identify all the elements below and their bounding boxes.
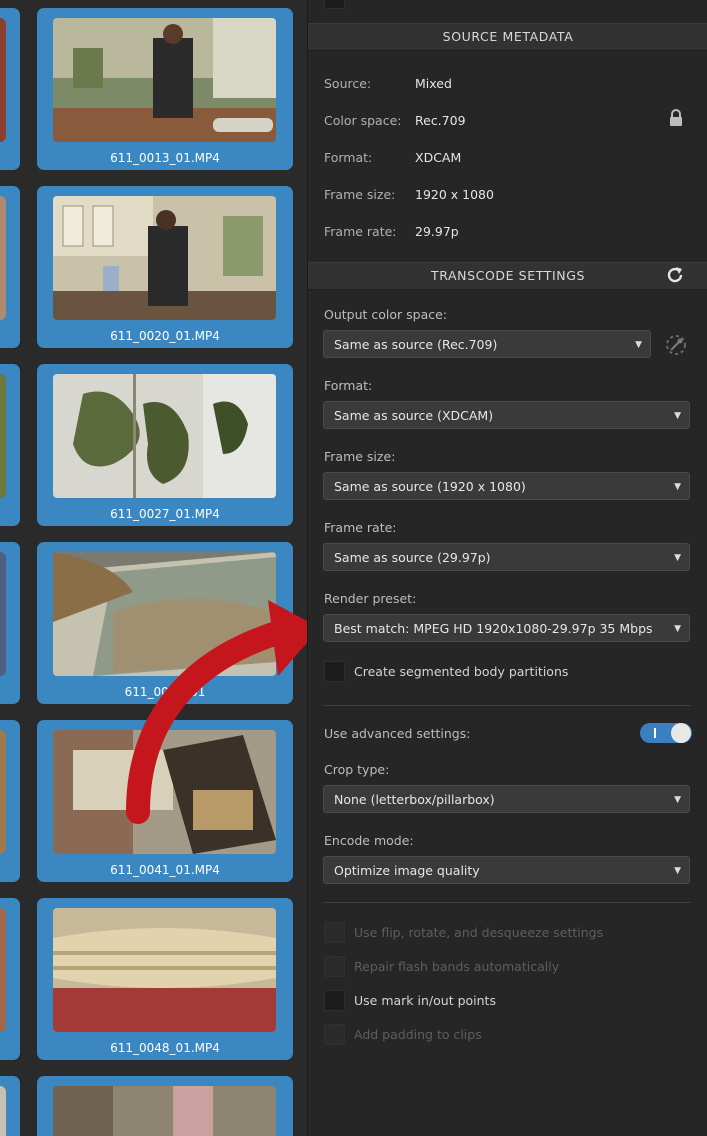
divider [323,902,691,903]
flip-rotate-checkbox[interactable] [324,922,345,943]
render-preset-value: Best match: MPEG HD 1920x1080-29.97p 35 … [334,621,653,636]
video-thumbnail [53,374,276,498]
eyedropper-icon[interactable] [664,333,688,357]
thumbnail-tile-partial[interactable] [0,1076,20,1136]
format-dropdown[interactable]: Same as source (XDCAM) ▼ [323,401,690,429]
source-metadata-header: SOURCE METADATA [308,23,707,51]
video-thumbnail [53,1086,276,1136]
thumbnail-tile[interactable]: 611_0027_01.MP4 [37,364,293,526]
frame-rate-setting-value: Same as source (29.97p) [334,550,491,565]
crop-type-value: None (letterbox/pillarbox) [334,792,495,807]
toggle-knob [671,723,691,743]
chevron-down-icon: ▼ [674,624,681,634]
chevron-down-icon: ▼ [674,411,681,421]
format-setting-label: Format: [324,378,373,393]
render-preset-label: Render preset: [324,591,417,606]
add-padding-label: Add padding to clips [354,1027,482,1042]
video-thumbnail [53,908,276,1032]
frame-rate-label: Frame rate: [324,224,397,239]
format-value: XDCAM [415,150,462,165]
video-thumbnail [53,196,276,320]
flip-rotate-label: Use flip, rotate, and desqueeze settings [354,925,604,940]
advanced-settings-label: Use advanced settings: [324,726,471,741]
mark-in-out-label: Use mark in/out points [354,993,496,1008]
frame-rate-dropdown[interactable]: Same as source (29.97p) ▼ [323,543,690,571]
reset-icon[interactable] [665,265,685,285]
annotation-arrow [126,600,307,824]
frame-size-setting-label: Frame size: [324,449,396,464]
output-color-space-label: Output color space: [324,307,448,322]
frame-size-setting-value: Same as source (1920 x 1080) [334,479,526,494]
transcode-settings-header: TRANSCODE SETTINGS [308,262,707,290]
thumbnail-filename: 611_0027_01.MP4 [110,507,220,521]
chevron-down-icon: ▼ [674,553,681,563]
mark-in-out-checkbox[interactable] [324,990,345,1011]
chevron-down-icon: ▼ [635,340,642,350]
thumbnail-tile[interactable]: 611_0048_01.MP4 [37,898,293,1060]
chevron-down-icon: ▼ [674,866,681,876]
thumbnail-filename: 611_0048_01.MP4 [110,1041,220,1055]
encode-mode-value: Optimize image quality [334,863,480,878]
frame-size-label: Frame size: [324,187,396,202]
segmented-partitions-checkbox[interactable] [324,661,345,682]
repair-flash-label: Repair flash bands automatically [354,959,560,974]
thumbnail-tile[interactable] [37,1076,293,1136]
advanced-settings-toggle[interactable] [640,723,692,743]
thumbnail-filename: 611_0013_01.MP4 [110,151,220,165]
output-color-space-dropdown[interactable]: Same as source (Rec.709) ▼ [323,330,651,358]
settings-panel: SOURCE METADATA Source: Mixed Color spac… [307,0,707,1136]
render-preset-dropdown[interactable]: Best match: MPEG HD 1920x1080-29.97p 35 … [323,614,690,642]
frame-rate-value: 29.97p [415,224,459,239]
frame-size-dropdown[interactable]: Same as source (1920 x 1080) ▼ [323,472,690,500]
toggle-on-mark [654,728,656,738]
crop-type-label: Crop type: [324,762,390,777]
thumbnail-tile-partial[interactable] [0,364,20,526]
chevron-down-icon: ▼ [674,795,681,805]
thumbnail-tile-partial[interactable] [0,8,20,170]
lock-icon[interactable] [668,109,684,127]
divider [323,705,691,706]
crop-type-dropdown[interactable]: None (letterbox/pillarbox) ▼ [323,785,690,813]
video-thumbnail [53,18,276,142]
format-setting-value: Same as source (XDCAM) [334,408,494,423]
encode-mode-label: Encode mode: [324,833,414,848]
frame-size-value: 1920 x 1080 [415,187,494,202]
thumbnail-tile[interactable]: 611_0020_01.MP4 [37,186,293,348]
thumbnail-panel: 611_0013_01.MP4 611_0020_01.MP4 611_0027… [0,0,307,1136]
encode-mode-dropdown[interactable]: Optimize image quality ▼ [323,856,690,884]
thumbnail-filename: 611_0020_01.MP4 [110,329,220,343]
repair-flash-checkbox[interactable] [324,956,345,977]
chevron-down-icon: ▼ [674,482,681,492]
thumbnail-tile-partial[interactable] [0,186,20,348]
thumbnail-tile-partial[interactable] [0,898,20,1060]
segmented-partitions-label: Create segmented body partitions [354,664,569,679]
source-label: Source: [324,76,372,91]
thumbnail-tile[interactable]: 611_0013_01.MP4 [37,8,293,170]
format-label: Format: [324,150,373,165]
output-color-space-value: Same as source (Rec.709) [334,337,498,352]
color-space-value: Rec.709 [415,113,466,128]
color-space-label: Color space: [324,113,402,128]
source-value: Mixed [415,76,452,91]
add-padding-checkbox[interactable] [324,1024,345,1045]
top-checkbox[interactable] [324,0,345,9]
frame-rate-setting-label: Frame rate: [324,520,397,535]
